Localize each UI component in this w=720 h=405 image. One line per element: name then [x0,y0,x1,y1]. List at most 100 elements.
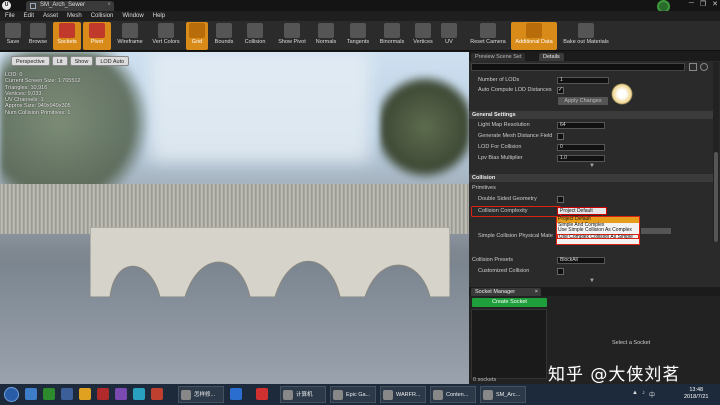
physical-material-picker[interactable] [641,228,671,234]
socket-list[interactable] [471,309,547,379]
taskbar-browser[interactable]: 怎样修... [178,386,224,403]
mesh-arches [90,227,450,297]
customized-collision-checkbox[interactable] [557,268,564,275]
menu-window[interactable]: Window [122,11,143,21]
clock[interactable]: 13:48 2018/7/21 [684,387,708,401]
customized-collision-row: Customized Collision [469,267,713,276]
eye-icon[interactable] [700,63,708,71]
save-icon [5,23,21,38]
app-icon-green[interactable] [43,388,55,400]
tab-socket-manager[interactable]: Socket Manager × [471,288,541,296]
number-of-lods-label: Number of LODs [478,77,520,83]
lit-button[interactable]: Lit [51,56,68,66]
tray-expand-icon[interactable]: ▲ [632,390,638,399]
epic-icon [333,390,343,400]
double-sided-checkbox[interactable] [557,196,564,203]
light-map-resolution-input[interactable]: 64 [557,122,605,129]
collision-header[interactable]: Collision [469,174,713,182]
app-icon-purple[interactable] [115,388,127,400]
normals-icon [318,23,334,38]
lod-for-collision-input[interactable]: 0 [557,144,605,151]
maximize-button[interactable]: ❐ [700,0,706,11]
taskbar-computer[interactable]: 计算机 [280,386,326,403]
app-icon-blue[interactable] [61,388,73,400]
wireframe-button[interactable]: Wireframe [114,22,146,50]
app-icon-cyan[interactable] [133,388,145,400]
collision-button[interactable]: Collision [240,22,270,50]
close-window-button[interactable]: ✕ [712,0,718,11]
start-button[interactable] [4,387,19,402]
close-socket-tab-icon[interactable]: × [535,288,538,296]
menu-asset[interactable]: Asset [43,11,58,21]
vertices-label: Vertices [413,39,433,45]
perspective-button[interactable]: Perspective [11,56,50,66]
menu-mesh[interactable]: Mesh [67,11,82,21]
grid-view-icon[interactable] [689,63,697,71]
taskbar-warfr[interactable]: WARFR... [380,386,426,403]
show-button[interactable]: Show [69,56,94,66]
app-icon-yellow[interactable] [79,388,91,400]
auto-compute-lod-row: Auto Compute LOD Distances [469,86,713,95]
menu-collision[interactable]: Collision [91,11,114,21]
browse-button[interactable]: Browse [26,22,50,50]
asset-tab[interactable]: SM_Arch_Sewer × [26,1,114,11]
grid-button[interactable]: Grid [186,22,208,50]
tangents-button[interactable]: Tangents [342,22,374,50]
minimize-button[interactable]: ─ [689,0,694,11]
menu-help[interactable]: Help [153,11,165,21]
file-explorer-icon[interactable] [25,388,37,400]
primitives-label: Primitives [472,185,496,191]
normals-button[interactable]: Normals [312,22,340,50]
app-icon-netease[interactable] [256,388,268,400]
bounds-label: Bounds [214,39,234,45]
collision-label: Collision [244,39,266,45]
auto-compute-lod-checkbox[interactable] [557,86,564,95]
general-settings-header[interactable]: General Settings [469,111,713,119]
binormals-button[interactable]: Binormals [376,22,408,50]
pivot-button[interactable]: Pivot [83,22,111,50]
apply-changes-button[interactable]: Apply Changes [558,97,608,105]
expand-arrow-icon[interactable]: ▼ [589,163,595,169]
sockets-button[interactable]: Sockets [53,22,81,50]
app-icon-orange[interactable] [151,388,163,400]
reset-camera-button[interactable]: Reset Camera [468,22,508,50]
uv-button[interactable]: UV [438,22,460,50]
app-icon-paw[interactable] [230,388,242,400]
lod-auto-button[interactable]: LOD Auto [95,56,130,66]
simple-physical-material-label: Simple Collision Physical Mate [478,233,553,239]
menu-file[interactable]: File [5,11,15,21]
bake-materials-icon [578,23,594,38]
vert-colors-button[interactable]: Vert Colors [148,22,184,50]
primitives-row[interactable]: Primitives [469,184,713,193]
mesh-distance-field-checkbox[interactable] [557,133,564,140]
viewport[interactable]: Perspective Lit Show LOD Auto LOD: 0 Cur… [0,52,469,384]
bounds-button[interactable]: Bounds [210,22,238,50]
taskbar-content[interactable]: Conten... [430,386,476,403]
taskbar-epic[interactable]: Epic Ga... [330,386,376,403]
customized-collision-label: Customized Collision [478,268,530,274]
create-socket-button[interactable]: Create Socket [472,298,547,307]
lpv-bias-input[interactable]: 1.0 [557,155,605,162]
app-icon-red[interactable] [97,388,109,400]
volume-icon[interactable]: ♪ [642,390,645,399]
details-search-input[interactable] [471,63,685,71]
menu-edit[interactable]: Edit [24,11,34,21]
vertices-button[interactable]: Vertices [410,22,436,50]
vert-colors-label: Vert Colors [152,39,180,45]
light-map-resolution-label: Light Map Resolution [478,122,530,128]
save-button[interactable]: Save [2,22,24,50]
tab-details[interactable]: Details [539,53,564,61]
select-socket-hint: Select a Socket [612,340,651,346]
collapse-arrow-icon[interactable]: ▼ [589,278,595,284]
collision-presets-dropdown[interactable]: BlockAll [557,257,605,264]
bake-materials-button[interactable]: Bake out Materials [560,22,612,50]
details-scroll-thumb[interactable] [714,152,718,242]
tab-preview-scene-set[interactable]: Preview Scene Set [471,53,526,61]
number-of-lods-input[interactable]: 1 [557,77,609,84]
additional-data-button[interactable]: Additional Data [511,22,557,50]
close-tab-icon[interactable]: × [107,2,111,8]
collision-complexity-dropdown[interactable]: Project Default [557,207,607,215]
show-pivot-button[interactable]: Show Pivot [274,22,310,50]
ime-icon[interactable]: 中 [649,390,655,399]
taskbar-sm-arch[interactable]: SM_Arc... [480,386,526,403]
